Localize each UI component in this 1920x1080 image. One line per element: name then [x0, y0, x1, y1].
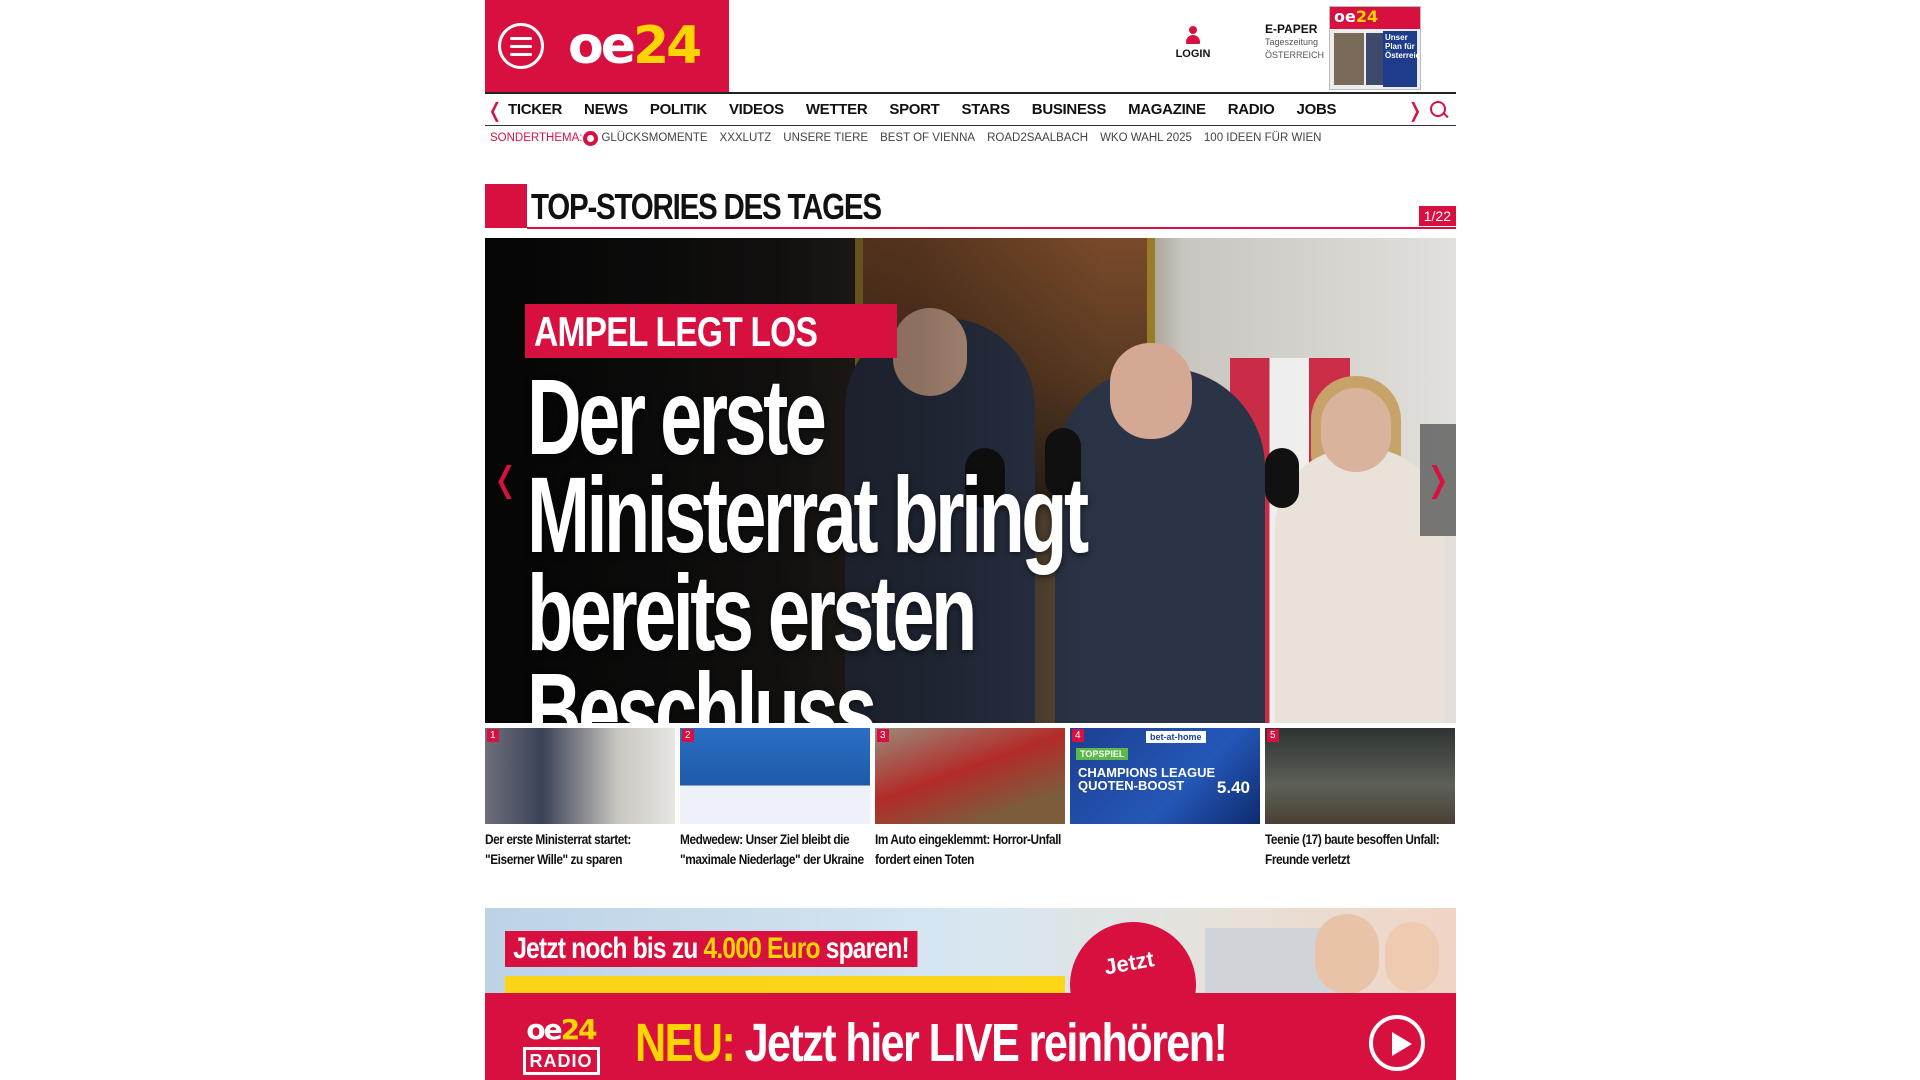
thumb-image: 1: [485, 728, 675, 824]
user-icon: [1185, 26, 1201, 46]
search-icon[interactable]: [1429, 100, 1449, 120]
thumb-image: 5: [1265, 728, 1455, 824]
slider-next-icon[interactable]: ❭: [1420, 424, 1456, 536]
site-header: oe24 LOGIN E-PAPER Tageszeitung ÖSTERREI…: [485, 0, 1456, 92]
story-thumb-3[interactable]: 3 Im Auto eingeklemmt: Horror-Unfall for…: [875, 728, 1065, 870]
thumb-ad-image: 4 bet-at-home TOPSPIEL CHAMPIONS LEAGUE Q…: [1070, 728, 1260, 824]
top-stories-header: TOP-STORIES DES TAGES 1/22: [485, 184, 1456, 230]
sonderthema-icon: [583, 130, 599, 146]
page: oe24 LOGIN E-PAPER Tageszeitung ÖSTERREI…: [485, 0, 1456, 1080]
nav-item-radio[interactable]: RADIO: [1217, 101, 1286, 118]
ad-quote: 5.40: [1216, 778, 1250, 797]
nav-item-wetter[interactable]: WETTER: [795, 101, 879, 118]
story-thumb-4-ad[interactable]: 4 bet-at-home TOPSPIEL CHAMPIONS LEAGUE Q…: [1070, 728, 1260, 870]
epaper-subtitle-2: ÖSTERREICH: [1265, 50, 1325, 60]
menu-line: [510, 36, 532, 40]
section-title: TOP-STORIES DES TAGES: [531, 186, 882, 227]
thumb-number: 5: [1267, 729, 1279, 742]
topic-label: SONDERTHEMA:: [490, 132, 583, 144]
logo-main: oe: [568, 16, 636, 76]
story-thumb-5[interactable]: 5 Teenie (17) baute besoffen Unfall: Fre…: [1265, 728, 1455, 870]
story-thumbnails: 1 Der erste Ministerrat startet: "Eisern…: [485, 728, 1456, 870]
nav-item-sport[interactable]: SPORT: [878, 101, 950, 118]
play-icon[interactable]: [1369, 1015, 1425, 1071]
hero-kicker: AMPEL LEGT LOS: [525, 304, 897, 358]
topic-wko-wahl[interactable]: WKO WAHL 2025: [1100, 132, 1192, 144]
hero-photo-microphone: [1265, 448, 1299, 508]
thumb-caption: Der erste Ministerrat startet: "Eiserner…: [485, 832, 631, 867]
thumb-number: 3: [877, 729, 889, 742]
epaper-subtitle: Tageszeitung: [1265, 37, 1319, 47]
ad-tag: TOPSPIEL: [1076, 748, 1129, 760]
nav-scroll-left-icon[interactable]: ❬: [485, 98, 505, 122]
radio-cta-text: NEU: Jetzt hier LIVE reinhören!: [635, 1013, 1228, 1073]
section-divider: [527, 227, 1456, 229]
story-thumb-1[interactable]: 1 Der erste Ministerrat startet: "Eisern…: [485, 728, 675, 870]
ad-brand: bet-at-home: [1146, 731, 1206, 743]
nav-item-news[interactable]: NEWS: [573, 101, 639, 118]
thumb-caption: Medwedew: Unser Ziel bleibt die "maximal…: [680, 832, 864, 867]
thumb-image: 3: [875, 728, 1065, 824]
nav-items: TICKER NEWS POLITIK VIDEOS WETTER SPORT …: [505, 101, 1347, 118]
topic-100-ideen[interactable]: 100 IDEEN FÜR WIEN: [1204, 132, 1322, 144]
topic-road2saalbach[interactable]: ROAD2SAALBACH: [987, 132, 1088, 144]
site-logo[interactable]: oe24: [568, 20, 702, 72]
logo-block: oe24: [485, 0, 729, 92]
topic-xxxlutz[interactable]: XXXLUTZ: [720, 132, 772, 144]
nav-item-ticker[interactable]: TICKER: [505, 101, 573, 118]
login-label: LOGIN: [1175, 48, 1211, 60]
login-button[interactable]: LOGIN: [1171, 26, 1215, 60]
menu-line: [510, 52, 532, 56]
epaper-cover-logo: oe24: [1330, 7, 1420, 29]
ad-title: CHAMPIONS LEAGUE QUOTEN-BOOST: [1078, 765, 1216, 793]
thumb-caption: Im Auto eingeklemmt: Horror-Unfall forde…: [875, 832, 1061, 867]
epaper-link[interactable]: E-PAPER Tageszeitung ÖSTERREICH: [1265, 22, 1324, 62]
topic-unsere-tiere[interactable]: UNSERE TIERE: [783, 132, 868, 144]
thumb-number: 2: [682, 729, 694, 742]
solar-ad-banner[interactable]: Jetzt noch bis zu 4.000 Euro sparen! Jet…: [485, 908, 1456, 1000]
thumb-caption: Teenie (17) baute besoffen Unfall: Freun…: [1265, 832, 1440, 867]
hero-slide[interactable]: AMPEL LEGT LOS Der erste Ministerrat bri…: [485, 238, 1456, 723]
nav-item-stars[interactable]: STARS: [951, 101, 1021, 118]
nav-item-magazine[interactable]: MAGAZINE: [1117, 101, 1217, 118]
radio-logo-sub: RADIO: [522, 1047, 600, 1075]
thumb-image: 2: [680, 728, 870, 824]
radio-logo: oe24 RADIO: [515, 1015, 607, 1075]
topic-gluecksmomente[interactable]: GLÜCKSMOMENTE: [601, 132, 707, 144]
headline-line: Der erste: [527, 356, 827, 477]
topic-best-of-vienna[interactable]: BEST OF VIENNA: [880, 132, 975, 144]
main-nav: ❬ TICKER NEWS POLITIK VIDEOS WETTER SPOR…: [485, 92, 1456, 126]
epaper-cover-photo: [1334, 33, 1364, 85]
section-accent-bar: [485, 184, 527, 228]
slide-counter: 1/22: [1418, 206, 1456, 226]
thumb-number: 4: [1072, 729, 1084, 742]
hamburger-menu-icon[interactable]: [498, 23, 544, 69]
slider-prev-icon[interactable]: ❬: [491, 460, 520, 500]
headline-line: Ministerrat bringt: [527, 454, 1089, 575]
nav-scroll-right-icon[interactable]: ❭: [1405, 98, 1425, 122]
epaper-title: E-PAPER: [1265, 22, 1318, 36]
menu-line: [510, 44, 532, 48]
ad-person-image: [1315, 914, 1379, 994]
nav-item-politik[interactable]: POLITIK: [639, 101, 718, 118]
thumb-number: 1: [487, 729, 499, 742]
nav-item-jobs[interactable]: JOBS: [1286, 101, 1348, 118]
headline-line: bereits ersten Beschluss: [527, 552, 977, 724]
story-thumb-2[interactable]: 2 Medwedew: Unser Ziel bleibt die "maxim…: [680, 728, 870, 870]
topic-nav: SONDERTHEMA: GLÜCKSMOMENTE XXXLUTZ UNSER…: [485, 126, 1456, 150]
epaper-cover-headline: Unser Plan für Österreich: [1383, 31, 1420, 87]
ad-badge: Jetzt: [1060, 912, 1206, 1000]
radio-live-bar[interactable]: oe24 RADIO NEU: Jetzt hier LIVE reinhöre…: [485, 993, 1456, 1080]
ad-person-image: [1385, 922, 1439, 992]
ad-headline: Jetzt noch bis zu 4.000 Euro sparen!: [505, 931, 918, 967]
epaper-cover-image[interactable]: oe24 Unser Plan für Österreich: [1329, 6, 1421, 90]
hero-headline: Der erste Ministerrat bringt bereits ers…: [527, 356, 1192, 724]
logo-accent: 24: [633, 16, 702, 76]
hero-photo-person: [1321, 388, 1391, 472]
nav-item-business[interactable]: BUSINESS: [1021, 101, 1117, 118]
nav-item-videos[interactable]: VIDEOS: [718, 101, 795, 118]
